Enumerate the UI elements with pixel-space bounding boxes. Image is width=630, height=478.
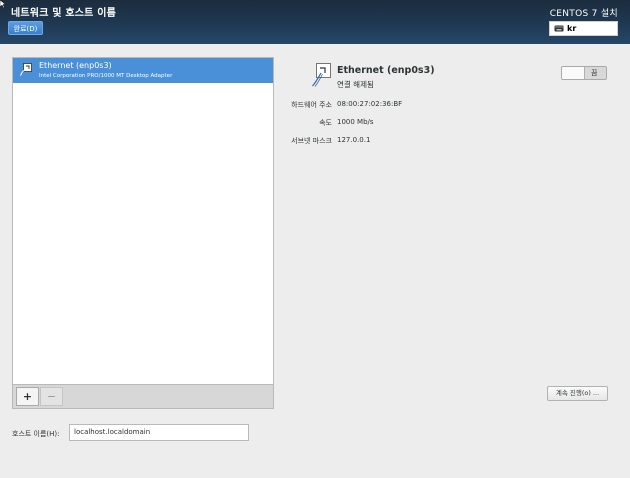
keyboard-icon	[554, 25, 564, 32]
subnet-mask-value: 127.0.0.1	[337, 136, 371, 144]
device-power-toggle[interactable]: 끔	[561, 66, 607, 80]
mouse-pointer-icon	[0, 0, 6, 8]
subnet-mask-label: 서브넷 마스크	[291, 137, 332, 145]
installer-title: CENTOS 7 설치	[549, 9, 618, 19]
hostname-input[interactable]: localhost.localdomain	[69, 424, 249, 441]
keyboard-layout-label: kr	[567, 24, 577, 33]
add-device-button[interactable]: +	[16, 387, 39, 406]
header-bar: 네트워크 및 호스트 이름 완료(D) CENTOS 7 설치 kr	[0, 0, 630, 44]
page-title: 네트워크 및 호스트 이름	[11, 8, 117, 19]
device-list-toolbar: + −	[12, 385, 274, 409]
device-name: Ethernet (enp0s3)	[39, 61, 112, 70]
configure-button[interactable]: 계속 진행(o) ...	[547, 386, 608, 401]
device-detail-name: Ethernet (enp0s3)	[337, 65, 435, 76]
done-button[interactable]: 완료(D)	[8, 21, 43, 35]
keyboard-layout-indicator[interactable]: kr	[549, 21, 618, 36]
remove-device-button[interactable]: −	[40, 387, 63, 406]
toggle-state-label: 끔	[591, 69, 598, 77]
ethernet-cable-icon	[20, 63, 32, 76]
ethernet-cable-icon	[312, 63, 331, 87]
speed-value: 1000 Mb/s	[337, 118, 374, 126]
speed-label: 속도	[319, 119, 332, 127]
device-list: Ethernet (enp0s3) Intel Corporation PRO/…	[12, 57, 274, 385]
toggle-knob	[562, 67, 585, 79]
hardware-address-label: 하드웨어 주소	[291, 101, 332, 109]
hostname-label: 호스트 이름(H):	[12, 430, 60, 438]
device-connection-status: 연결 해제됨	[337, 80, 374, 89]
device-list-item-ethernet[interactable]: Ethernet (enp0s3) Intel Corporation PRO/…	[13, 58, 273, 83]
device-description: Intel Corporation PRO/1000 MT Desktop Ad…	[39, 73, 173, 79]
hardware-address-value: 08:00:27:02:36:BF	[337, 100, 403, 108]
